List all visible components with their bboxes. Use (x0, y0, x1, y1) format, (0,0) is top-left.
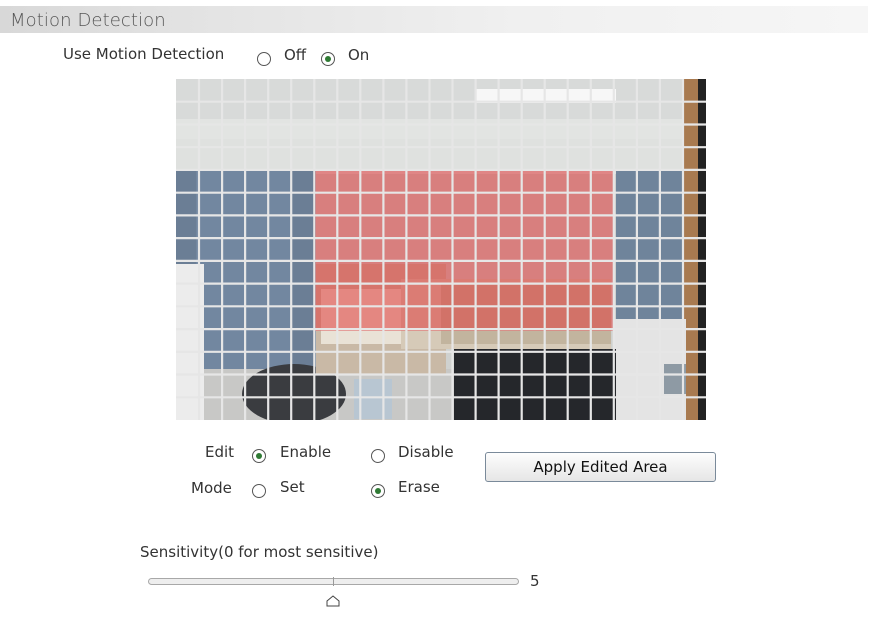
edit-enable-label[interactable]: Enable (280, 443, 331, 461)
mode-label: Mode (191, 479, 232, 497)
sensitivity-label: Sensitivity(0 for most sensitive) (140, 543, 379, 561)
sensitivity-slider-tick (333, 577, 334, 586)
section-title: Motion Detection (10, 10, 166, 31)
motion-grid[interactable] (176, 79, 706, 420)
edit-label: Edit (205, 443, 235, 461)
motion-on-radio[interactable] (321, 48, 335, 67)
mode-erase-radio[interactable] (371, 480, 385, 499)
use-motion-detection-label: Use Motion Detection (63, 45, 225, 63)
mode-set-radio[interactable] (252, 480, 266, 499)
edit-disable-radio[interactable] (371, 445, 385, 464)
edit-enable-radio[interactable] (252, 445, 266, 464)
section-header: Motion Detection (0, 6, 868, 33)
motion-off-radio[interactable] (257, 48, 271, 67)
edit-disable-label[interactable]: Disable (398, 443, 454, 461)
sensitivity-value: 5 (530, 572, 540, 590)
sensitivity-slider-thumb[interactable] (326, 595, 340, 607)
motion-on-label[interactable]: On (348, 46, 369, 64)
camera-view[interactable] (176, 79, 706, 420)
mode-set-label[interactable]: Set (280, 478, 305, 496)
motion-off-label[interactable]: Off (284, 46, 306, 64)
mode-erase-label[interactable]: Erase (398, 478, 440, 496)
apply-edited-area-button[interactable]: Apply Edited Area (485, 452, 716, 482)
